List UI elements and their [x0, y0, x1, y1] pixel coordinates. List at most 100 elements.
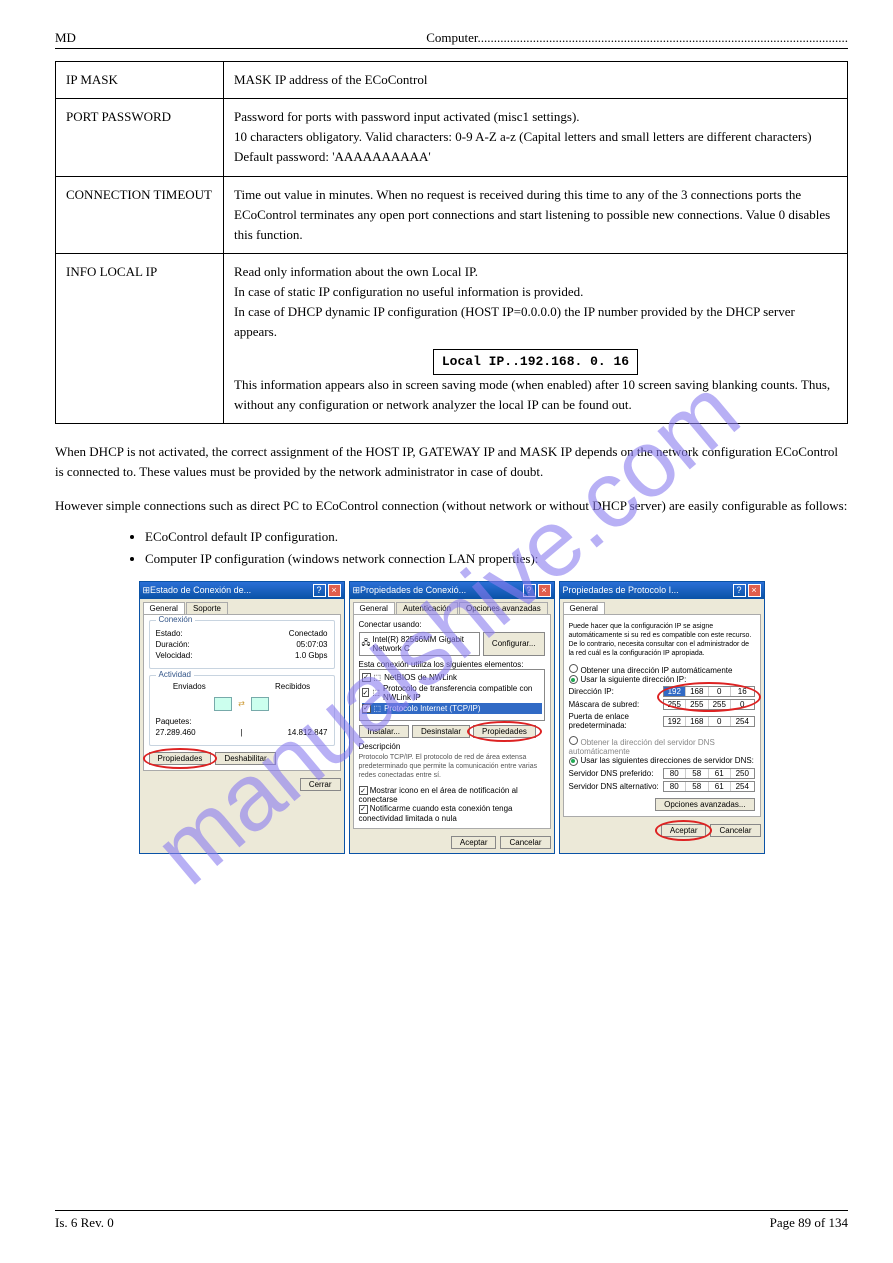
footer-left: Is. 6 Rev. 0 — [55, 1215, 114, 1231]
dns1-field[interactable]: 805861250 — [663, 768, 755, 779]
tab-autenticacion[interactable]: Autenticación — [396, 602, 458, 614]
chk-label: Mostrar icono en el área de notificación… — [359, 786, 518, 805]
help-button[interactable]: ? — [523, 584, 536, 597]
window-title: Propiedades de Protocolo I... — [563, 585, 731, 595]
window-icon: ⊞ — [353, 585, 361, 596]
octet: 254 — [731, 782, 753, 791]
tab-general[interactable]: General — [353, 602, 395, 614]
cell-key: INFO LOCAL IP — [56, 253, 224, 423]
cell-key: PORT PASSWORD — [56, 99, 224, 176]
header-left: MD — [55, 30, 76, 46]
paragraph: When DHCP is not activated, the correct … — [55, 442, 848, 482]
checkbox[interactable]: ✓ — [359, 805, 368, 814]
dialog-propiedades-tcpip: Propiedades de Protocolo I... ? × Genera… — [559, 581, 765, 854]
local-ip-box: Local IP..192.168. 0. 16 — [433, 349, 638, 375]
header-right: Computer................................… — [426, 30, 848, 46]
adapter-name: Intel(R) 82566MM Gigabit Network C — [372, 635, 477, 653]
close-button[interactable]: × — [328, 584, 341, 597]
octet: 58 — [686, 782, 709, 791]
cell-key: IP MASK — [56, 62, 224, 99]
configurar-button[interactable]: Configurar... — [483, 632, 545, 656]
list-item: NetBIOS de NWLink — [384, 673, 457, 682]
monitor-icon — [214, 697, 232, 711]
radio-auto-ip[interactable] — [569, 664, 578, 673]
cell-val: Password for ports with password input a… — [224, 99, 848, 176]
octet: 250 — [731, 769, 753, 778]
group-legend: Conexión — [156, 615, 196, 624]
label-uses: Esta conexión utiliza los siguientes ele… — [359, 660, 545, 669]
tab-opciones[interactable]: Opciones avanzadas — [459, 602, 548, 614]
dns2-field[interactable]: 805861254 — [663, 781, 755, 792]
protocol-list[interactable]: ✓⬚NetBIOS de NWLink ✓⬚Protocolo de trans… — [359, 669, 545, 721]
monitor-icon — [251, 697, 269, 711]
label: Velocidad: — [156, 651, 193, 660]
list-item: Computer IP configuration (windows netwo… — [145, 548, 848, 570]
list-item: ECoControl default IP configuration. — [145, 526, 848, 548]
radio-label: Usar la siguiente dirección IP: — [581, 675, 687, 684]
label-sent: Enviados — [173, 682, 206, 691]
label: Estado: — [156, 629, 183, 638]
cancelar-button[interactable]: Cancelar — [710, 824, 760, 837]
radio-auto-dns — [569, 736, 578, 745]
window-icon: ⊞ — [143, 585, 151, 596]
tab-strip: General Soporte — [140, 599, 344, 614]
paragraph: However simple connections such as direc… — [55, 496, 848, 516]
help-button[interactable]: ? — [733, 584, 746, 597]
radio-static-ip[interactable] — [569, 675, 578, 684]
opciones-avanzadas-button[interactable]: Opciones avanzadas... — [655, 798, 754, 811]
aceptar-button[interactable]: Aceptar — [451, 836, 497, 849]
propiedades-button[interactable]: Propiedades — [149, 752, 212, 765]
page-header: MD Computer.............................… — [55, 30, 848, 49]
chk-label: Notificarme cuando esta conexión tenga c… — [359, 804, 513, 823]
radio-label: Obtener una dirección IP automáticamente — [581, 666, 733, 675]
label-connect: Conectar usando: — [359, 620, 545, 629]
label: Duración: — [156, 640, 190, 649]
screenshots-row: ⊞ Estado de Conexión de... ? × General S… — [55, 581, 848, 854]
titlebar: Propiedades de Protocolo I... ? × — [560, 582, 764, 599]
tab-strip: General — [560, 599, 764, 614]
gw-field[interactable]: 1921680254 — [663, 716, 755, 727]
tab-general[interactable]: General — [563, 602, 605, 614]
ring-aceptar: Aceptar — [661, 824, 707, 837]
deshabilitar-button[interactable]: Deshabilitar — [215, 752, 275, 765]
ring-propiedades: Propiedades — [149, 752, 212, 765]
cell-val: MASK IP address of the ECoControl — [224, 62, 848, 99]
octet: 58 — [686, 769, 709, 778]
titlebar: ⊞ Estado de Conexión de... ? × — [140, 582, 344, 599]
label-dns1: Servidor DNS preferido: — [569, 769, 654, 778]
proto-icon: ⬚ — [372, 688, 380, 697]
desinstalar-button[interactable]: Desinstalar — [412, 725, 470, 738]
close-button[interactable]: × — [538, 584, 551, 597]
checkbox[interactable]: ✓ — [359, 786, 368, 795]
cerrar-button[interactable]: Cerrar — [300, 778, 341, 791]
checkbox[interactable]: ✓ — [362, 688, 370, 697]
dialog-propiedades-conexion: ⊞ Propiedades de Conexió... ? × General … — [349, 581, 555, 854]
octet: 168 — [686, 717, 709, 726]
checkbox[interactable]: ✓ — [362, 673, 371, 682]
window-title: Propiedades de Conexió... — [360, 585, 520, 595]
octet: 80 — [664, 782, 687, 791]
octet: 254 — [731, 717, 753, 726]
tab-general[interactable]: General — [143, 602, 185, 614]
checkbox[interactable]: ✓ — [362, 704, 371, 713]
close-button[interactable]: × — [748, 584, 761, 597]
window-title: Estado de Conexión de... — [150, 585, 310, 595]
proto-icon: ⬚ — [374, 704, 382, 713]
tab-pane: Conectar usando: 🖧Intel(R) 82566MM Gigab… — [353, 614, 551, 829]
cancelar-button[interactable]: Cancelar — [500, 836, 550, 849]
label-ip: Dirección IP: — [569, 687, 614, 696]
propiedades-button[interactable]: Propiedades — [473, 725, 536, 738]
help-button[interactable]: ? — [313, 584, 326, 597]
table-row: IP MASK MASK IP address of the ECoContro… — [56, 62, 848, 99]
tab-soporte[interactable]: Soporte — [186, 602, 228, 614]
aceptar-button[interactable]: Aceptar — [661, 824, 707, 837]
list-item: Protocolo Internet (TCP/IP) — [384, 704, 480, 713]
group-legend: Actividad — [156, 670, 194, 679]
intro-text: Puede hacer que la configuración IP se a… — [569, 622, 755, 658]
value-recv: 14.812.847 — [287, 728, 327, 737]
settings-table: IP MASK MASK IP address of the ECoContro… — [55, 61, 848, 424]
radio-static-dns[interactable] — [569, 757, 578, 766]
titlebar: ⊞ Propiedades de Conexió... ? × — [350, 582, 554, 599]
instalar-button[interactable]: Instalar... — [359, 725, 409, 738]
tab-pane: Conexión Estado:Conectado Duración:05:07… — [143, 614, 341, 771]
